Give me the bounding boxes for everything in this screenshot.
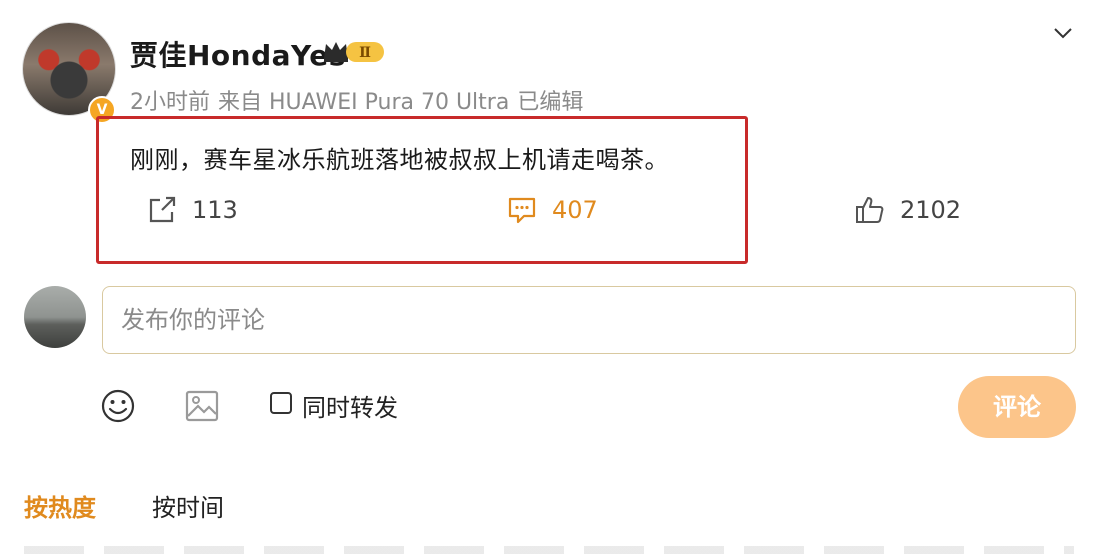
vip-crown-badge-icon: Ⅱ [324, 42, 384, 62]
image-icon[interactable] [184, 388, 220, 424]
vip-level: Ⅱ [359, 45, 371, 61]
repost-checkbox[interactable] [270, 392, 292, 414]
sort-by-time-tab[interactable]: 按时间 [152, 488, 224, 523]
author-username[interactable]: 贾佳HondaYes [130, 34, 346, 74]
comment-icon [508, 197, 536, 224]
share-icon [149, 196, 176, 223]
like-button[interactable]: 2102 [854, 194, 961, 226]
comment-button[interactable]: 407 [506, 194, 598, 226]
annotation-highlight-box [96, 116, 748, 264]
share-button[interactable]: 113 [146, 194, 238, 226]
share-count: 113 [192, 196, 238, 224]
post-content: 刚刚，赛车星冰乐航班落地被叔叔上机请走喝茶。 [130, 146, 669, 174]
submit-comment-button[interactable]: 评论 [958, 376, 1076, 438]
chevron-down-icon[interactable] [1052, 22, 1074, 44]
emoji-icon[interactable] [100, 388, 136, 424]
cropped-comment-row [24, 546, 1074, 554]
repost-label[interactable]: 同时转发 [302, 388, 398, 423]
post-source: 来自 HUAWEI Pura 70 Ultra [218, 90, 510, 115]
sort-by-hot-tab[interactable]: 按热度 [24, 488, 96, 523]
like-count: 2102 [900, 196, 962, 224]
current-user-avatar [24, 286, 86, 348]
comment-input[interactable] [102, 286, 1076, 354]
post-meta: 2小时前 来自 HUAWEI Pura 70 Ultra 已编辑 [130, 84, 591, 116]
thumbs-up-icon [856, 197, 884, 223]
post-time: 2小时前 [130, 90, 210, 115]
comment-count: 407 [552, 196, 598, 224]
edited-label: 已编辑 [517, 90, 584, 115]
